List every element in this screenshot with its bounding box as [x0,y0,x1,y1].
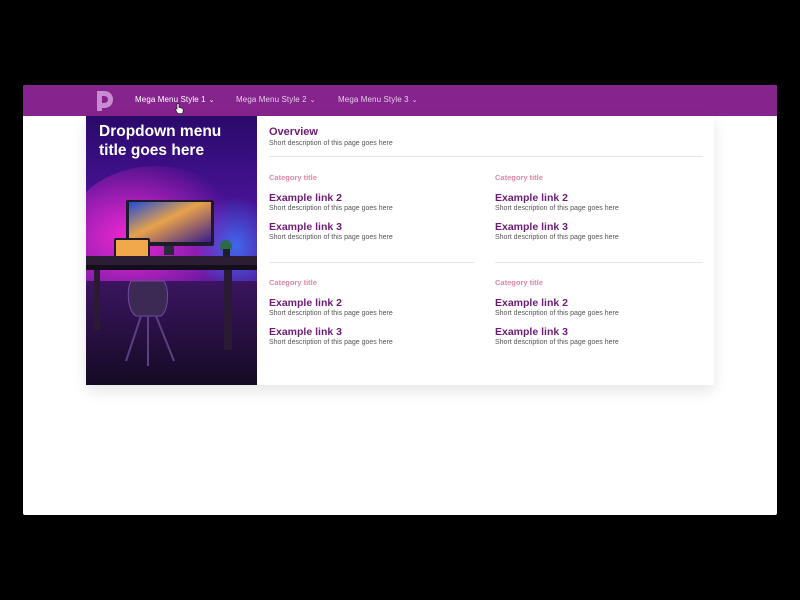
hero-image-panel: Dropdown menu title goes here [86,116,257,385]
menu-link[interactable]: Example link 3 Short description of this… [495,221,705,242]
hand-pointer-icon [175,103,184,114]
category-block: Category title Example link 2 Short desc… [495,278,705,355]
nav-item-label: Mega Menu Style 3 [338,95,409,104]
category-block: Category title Example link 2 Short desc… [269,278,479,355]
link-title: Example link 2 [495,192,568,204]
category-block: Category title Example link 2 Short desc… [269,173,479,250]
divider [495,262,703,263]
overview-link[interactable]: Overview [269,126,318,138]
link-description: Short description of this page goes here [495,234,619,241]
link-description: Short description of this page goes here [495,205,619,212]
menu-link[interactable]: Example link 2 Short description of this… [495,192,705,213]
category-title: Category title [269,278,317,287]
menu-link[interactable]: Example link 3 Short description of this… [269,221,479,242]
link-title: Example link 2 [269,192,342,204]
logo-d-icon[interactable] [95,90,115,111]
link-description: Short description of this page goes here [269,205,393,212]
category-title: Category title [495,278,543,287]
link-description: Short description of this page goes here [269,310,393,317]
link-title: Example link 3 [269,326,342,338]
chevron-down-icon: ⌄ [309,97,316,104]
nav-item-label: Mega Menu Style 2 [236,95,307,104]
category-block: Category title Example link 2 Short desc… [495,173,705,250]
chevron-down-icon: ⌄ [411,97,418,104]
top-navbar: Mega Menu Style 1 ⌄ Mega Menu Style 2 ⌄ Me… [23,85,777,116]
nav-item-mega-menu-style-2[interactable]: Mega Menu Style 2 ⌄ [236,95,316,104]
link-description: Short description of this page goes here [495,310,619,317]
link-title: Example link 2 [269,297,342,309]
chevron-down-icon: ⌄ [208,97,215,104]
menu-link[interactable]: Example link 2 Short description of this… [269,297,479,318]
menu-link[interactable]: Example link 2 Short description of this… [269,192,479,213]
link-description: Short description of this page goes here [495,339,619,346]
divider [269,156,703,157]
link-title: Example link 3 [495,326,568,338]
divider [269,262,474,263]
link-title: Example link 3 [269,221,342,233]
nav-item-label: Mega Menu Style 1 [135,95,206,104]
menu-link[interactable]: Example link 2 Short description of this… [495,297,705,318]
link-description: Short description of this page goes here [269,234,393,241]
link-description: Short description of this page goes here [269,339,393,346]
link-title: Example link 2 [495,297,568,309]
menu-link[interactable]: Example link 3 Short description of this… [269,326,479,347]
nav-item-mega-menu-style-3[interactable]: Mega Menu Style 3 ⌄ [338,95,418,104]
category-title: Category title [269,173,317,182]
menu-content: Overview Short description of this page … [257,116,714,385]
menu-link[interactable]: Example link 3 Short description of this… [495,326,705,347]
browser-viewport: Mega Menu Style 1 ⌄ Mega Menu Style 2 ⌄ Me… [23,85,777,515]
overview-description: Short description of this page goes here [269,140,393,147]
dropdown-title: Dropdown menu title goes here [99,123,222,159]
link-title: Example link 3 [495,221,568,233]
category-title: Category title [495,173,543,182]
mega-menu-dropdown: Dropdown menu title goes here Overview S… [86,116,714,385]
